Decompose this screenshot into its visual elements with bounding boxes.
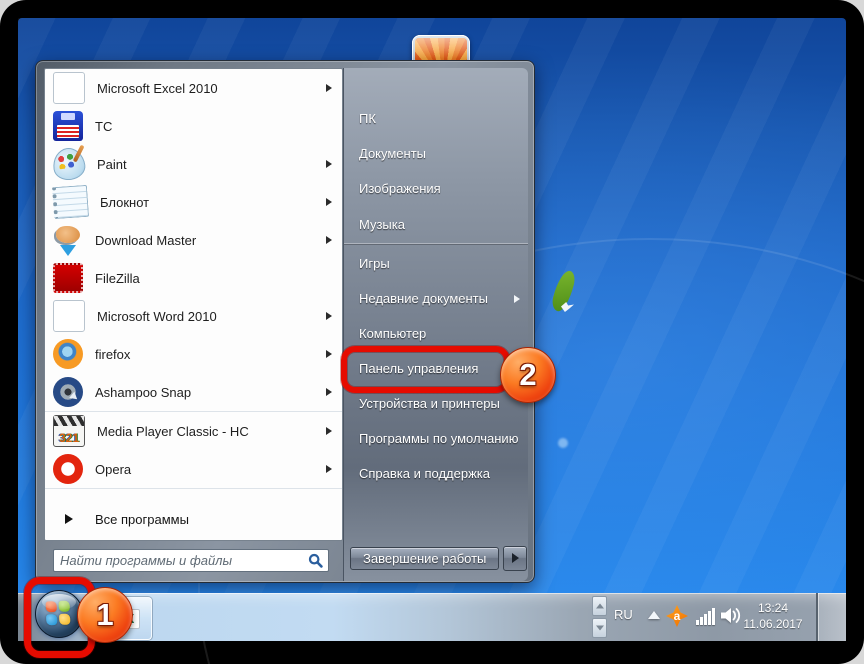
screenshot-frame: Microsoft Excel 2010 TC Paint: [0, 0, 864, 664]
wallpaper-glow: [558, 438, 568, 448]
shutdown-arrow-icon: [512, 553, 519, 563]
submenu-arrow-icon: [326, 350, 332, 358]
start-menu-places-panel: ПК Документы Изображения Музыка: [343, 68, 528, 581]
taskbar-scroll-buttons: [592, 596, 607, 638]
scroll-up-button[interactable]: [592, 596, 607, 616]
places-item-control-panel[interactable]: Панель управления: [344, 351, 528, 386]
clock-date: 11.06.2017: [734, 616, 812, 632]
firefox-icon: [53, 339, 83, 369]
clock-time: 13:24: [734, 600, 812, 616]
clock[interactable]: 13:24 11.06.2017: [734, 600, 812, 632]
submenu-arrow-icon: [514, 295, 520, 303]
language-indicator[interactable]: RU: [614, 607, 646, 622]
places-item-computer[interactable]: Компьютер: [344, 316, 528, 351]
programs-list: Microsoft Excel 2010 TC Paint: [45, 69, 342, 489]
start-menu-item-notepad[interactable]: Блокнот: [45, 183, 342, 221]
word-icon: [53, 300, 85, 332]
mpc-icon: [53, 415, 85, 447]
filezilla-icon: [53, 263, 83, 293]
dm-icon: [53, 225, 83, 255]
shutdown-button[interactable]: Завершение работы: [350, 547, 499, 570]
places-item-recent-documents[interactable]: Недавние документы: [344, 281, 528, 316]
submenu-arrow-icon: [326, 427, 332, 435]
ashampoo-icon: [53, 377, 83, 407]
start-menu-item-paint[interactable]: Paint: [45, 145, 342, 183]
all-programs-arrow-icon: [65, 514, 73, 524]
start-menu-item-microsoft-word-2010[interactable]: Microsoft Word 2010: [45, 297, 342, 335]
places-item-help-and-support[interactable]: Справка и поддержка: [344, 456, 528, 491]
places-list: ПК Документы Изображения Музыка: [344, 68, 528, 491]
start-menu-item-firefox[interactable]: firefox: [45, 335, 342, 373]
start-menu-item-filezilla[interactable]: FileZilla: [45, 259, 342, 297]
submenu-arrow-icon: [326, 198, 332, 206]
submenu-arrow-icon: [326, 160, 332, 168]
chevron-up-icon: [596, 604, 604, 609]
submenu-arrow-icon: [326, 84, 332, 92]
start-menu-item-tc[interactable]: TC: [45, 107, 342, 145]
places-item-pk[interactable]: ПК: [344, 101, 528, 136]
search-input[interactable]: [53, 549, 329, 572]
shutdown-options-button[interactable]: [503, 546, 527, 571]
start-menu-item-media-player-classic-hc[interactable]: Media Player Classic - HC: [45, 412, 342, 450]
opera-icon: [53, 454, 83, 484]
submenu-arrow-icon: [326, 465, 332, 473]
places-item-documents[interactable]: Документы: [344, 136, 528, 171]
network-icon[interactable]: [696, 607, 715, 625]
show-desktop-button[interactable]: [816, 593, 846, 641]
paint-icon: [51, 146, 87, 182]
start-menu: Microsoft Excel 2010 TC Paint: [35, 60, 535, 583]
start-menu-item-ashampoo-snap[interactable]: Ashampoo Snap: [45, 373, 342, 412]
places-item-devices-and-printers[interactable]: Устройства и принтеры: [344, 386, 528, 421]
all-programs-label: Все программы: [95, 512, 189, 527]
chevron-down-icon: [596, 626, 604, 631]
scroll-down-button[interactable]: [592, 618, 607, 638]
submenu-arrow-icon: [326, 312, 332, 320]
start-menu-item-opera[interactable]: Opera: [45, 450, 342, 489]
tc-icon: [53, 111, 83, 141]
notepad-icon: [52, 185, 89, 219]
orb-gloss: [42, 594, 76, 610]
submenu-arrow-icon: [326, 236, 332, 244]
taskbar: X RU a 13:24 11.06.2017: [18, 593, 846, 641]
show-hidden-icons-button[interactable]: [648, 611, 660, 619]
excel-icon: X: [120, 609, 140, 629]
places-item-default-programs[interactable]: Программы по умолчанию: [344, 421, 528, 456]
places-item-music[interactable]: Музыка: [344, 206, 528, 244]
start-button[interactable]: [35, 590, 83, 638]
all-programs-button[interactable]: Все программы: [45, 503, 342, 535]
excel-icon: [53, 72, 85, 104]
taskbar-app-button-excel[interactable]: X: [99, 597, 152, 640]
submenu-arrow-icon: [326, 388, 332, 396]
start-menu-item-microsoft-excel-2010[interactable]: Microsoft Excel 2010: [45, 69, 342, 107]
start-menu-programs-panel: Microsoft Excel 2010 TC Paint: [44, 68, 343, 541]
start-menu-item-download-master[interactable]: Download Master: [45, 221, 342, 259]
places-item-pictures[interactable]: Изображения: [344, 171, 528, 206]
search-box: [53, 549, 329, 572]
shutdown-controls: Завершение работы: [350, 546, 527, 571]
places-item-games[interactable]: Игры: [344, 246, 528, 281]
avast-tray-icon[interactable]: a: [666, 605, 688, 627]
